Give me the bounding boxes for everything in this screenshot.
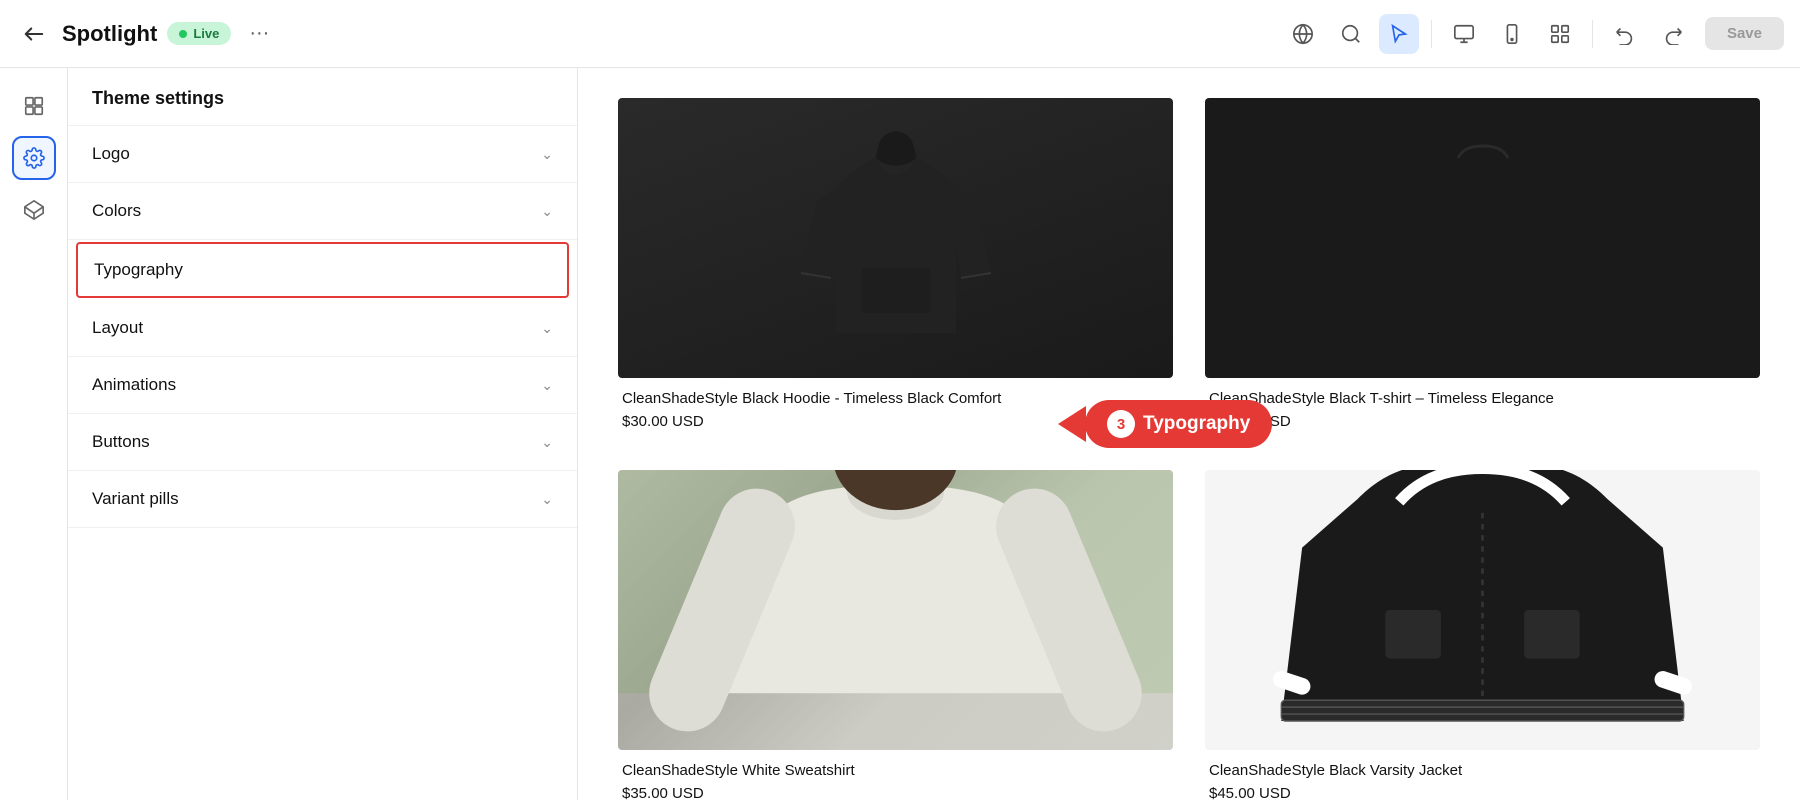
app-title: Spotlight [62, 21, 157, 47]
product-image-jacket [1205, 470, 1760, 750]
topbar: Spotlight Live ··· [0, 0, 1800, 68]
product-name: CleanShadeStyle Black Varsity Jacket [1209, 762, 1756, 779]
product-price: $45.00 USD [1209, 785, 1756, 800]
sidebar-item-label: Colors [92, 201, 141, 221]
sidebar-item-typography[interactable]: Typography [76, 242, 569, 298]
nav-settings-icon[interactable] [12, 136, 56, 180]
undo-button[interactable] [1605, 14, 1645, 54]
sidebar-item-variant-pills[interactable]: Variant pills ⌄ [68, 471, 577, 528]
sidebar-item-label: Animations [92, 375, 176, 395]
sidebar-item-label: Buttons [92, 432, 150, 452]
sidebar-item-buttons[interactable]: Buttons ⌄ [68, 414, 577, 471]
product-info: CleanShadeStyle Black T-shirt – Timeless… [1205, 378, 1760, 438]
product-image-tshirt [1205, 98, 1760, 378]
topbar-right: Save [1705, 17, 1784, 50]
chevron-down-icon: ⌄ [541, 491, 553, 508]
product-price: $35.00 USD [622, 785, 1169, 800]
divider-1 [1431, 20, 1432, 48]
preview-area[interactable]: CleanShadeStyle Black Hoodie - Timeless … [578, 68, 1800, 800]
product-price: $30.00 USD [622, 413, 1169, 430]
product-info: CleanShadeStyle White Sweatshirt $35.00 … [618, 750, 1173, 800]
sidebar-scroll[interactable]: Logo ⌄ Colors ⌄ Typography Layout ⌄ Anim… [68, 126, 577, 800]
chevron-down-icon: ⌄ [541, 146, 553, 163]
desktop-icon-button[interactable] [1444, 14, 1484, 54]
chevron-down-icon: ⌄ [541, 320, 553, 337]
sidebar-header: Theme settings [68, 68, 577, 126]
product-name: CleanShadeStyle Black Hoodie - Timeless … [622, 390, 1169, 407]
product-name: CleanShadeStyle Black T-shirt – Timeless… [1209, 390, 1756, 407]
product-info: CleanShadeStyle Black Varsity Jacket $45… [1205, 750, 1760, 800]
main-layout: Theme settings Logo ⌄ Colors ⌄ Typograph… [0, 68, 1800, 800]
mobile-icon-button[interactable] [1492, 14, 1532, 54]
topbar-left: Spotlight Live ··· [16, 16, 1271, 52]
products-grid: CleanShadeStyle Black Hoodie - Timeless … [618, 88, 1760, 800]
save-button[interactable]: Save [1705, 17, 1784, 50]
sidebar-item-colors[interactable]: Colors ⌄ [68, 183, 577, 240]
chevron-down-icon: ⌄ [541, 377, 553, 394]
product-card: CleanShadeStyle Black Hoodie - Timeless … [618, 98, 1173, 438]
icon-nav [0, 68, 68, 800]
sidebar-item-animations[interactable]: Animations ⌄ [68, 357, 577, 414]
sidebar-item-label: Typography [94, 260, 183, 280]
sidebar-item-label: Layout [92, 318, 143, 338]
live-badge: Live [167, 22, 231, 45]
topbar-center [1283, 14, 1693, 54]
sidebar-item-layout[interactable]: Layout ⌄ [68, 300, 577, 357]
sidebar-item-label: Variant pills [92, 489, 179, 509]
nav-components-icon[interactable] [12, 188, 56, 232]
product-name: CleanShadeStyle White Sweatshirt [622, 762, 1169, 779]
nav-sections-icon[interactable] [12, 84, 56, 128]
globe-icon-button[interactable] [1283, 14, 1323, 54]
sidebar-item-logo[interactable]: Logo ⌄ [68, 126, 577, 183]
preview-content: 3 Typography [578, 68, 1800, 800]
search-icon-button[interactable] [1331, 14, 1371, 54]
product-image-sweatshirt [618, 470, 1173, 750]
chevron-down-icon: ⌄ [541, 434, 553, 451]
product-price: $30.00 USD [1209, 413, 1756, 430]
fit-icon-button[interactable] [1540, 14, 1580, 54]
product-card: CleanShadeStyle Black Varsity Jacket $45… [1205, 470, 1760, 800]
sidebar-item-label: Logo [92, 144, 130, 164]
product-card: CleanShadeStyle White Sweatshirt $35.00 … [618, 470, 1173, 800]
chevron-down-icon: ⌄ [541, 203, 553, 220]
product-info: CleanShadeStyle Black Hoodie - Timeless … [618, 378, 1173, 438]
sidebar: Theme settings Logo ⌄ Colors ⌄ Typograph… [68, 68, 578, 800]
back-button[interactable] [16, 16, 52, 52]
redo-button[interactable] [1653, 14, 1693, 54]
more-button[interactable]: ··· [241, 18, 277, 49]
divider-2 [1592, 20, 1593, 48]
cursor-icon-button[interactable] [1379, 14, 1419, 54]
product-card: CleanShadeStyle Black T-shirt – Timeless… [1205, 98, 1760, 438]
product-image-hoodie [618, 98, 1173, 378]
